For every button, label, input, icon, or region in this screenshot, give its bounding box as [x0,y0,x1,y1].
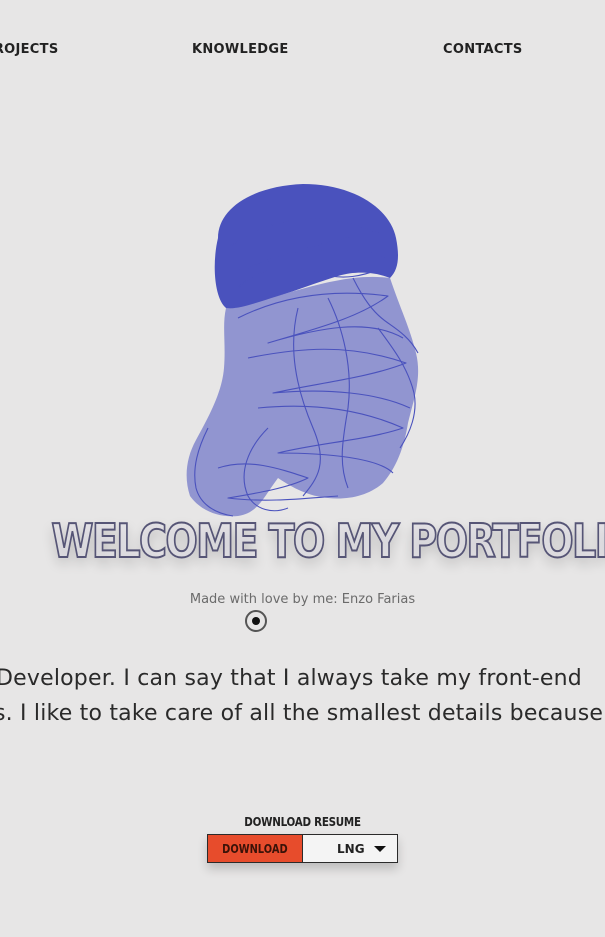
nav-projects-link[interactable]: PROJECTS [0,42,58,57]
scroll-indicator-dot [252,617,260,625]
nav-contacts-link[interactable]: CONTACTS [443,42,523,57]
chevron-down-icon [374,845,386,852]
resume-download-group: DOWNLOAD LNG [207,834,398,863]
language-select[interactable]: LNG [303,835,397,862]
intro-text-line-2: s. I like to take care of all the smalle… [0,701,604,726]
download-button-label: DOWNLOAD [222,841,288,856]
download-resume-button[interactable]: DOWNLOAD [208,835,303,862]
hero-title: WELCOME TO MY PORTFOLIO [51,513,605,569]
download-resume-label: DOWNLOAD RESUME [244,815,361,829]
language-select-value: LNG [337,841,365,856]
portfolio-page: PROJECTS KNOWLEDGE CONTACTS WELCOME TO M… [0,0,605,937]
portrait-line-art-image [186,184,419,517]
scroll-down-indicator-icon[interactable] [245,610,267,632]
nav-knowledge-link[interactable]: KNOWLEDGE [192,42,289,57]
hero-subtitle: Made with love by me: Enzo Farias [189,592,416,607]
intro-text-line-1: Developer. I can say that I always take … [0,666,582,691]
